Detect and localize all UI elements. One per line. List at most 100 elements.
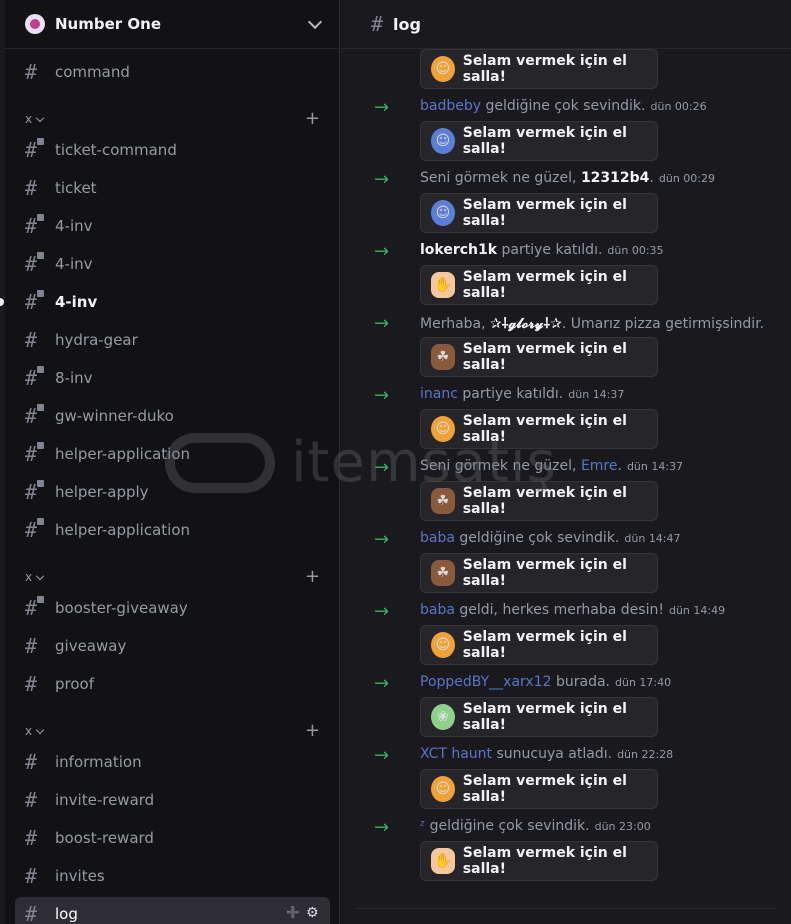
channel-sidebar: Number One # command x + # ticket-command # tic… xyxy=(0,0,340,924)
wave-button[interactable]: ☺ Selam vermek için el salla! xyxy=(420,409,658,449)
category-header[interactable]: x + xyxy=(25,568,320,586)
sidebar-item-invites[interactable]: # invites xyxy=(15,859,330,893)
sidebar-item-label: boost-reward xyxy=(55,829,154,847)
hash-icon: # xyxy=(25,328,38,352)
message-text: partiye katıldı. xyxy=(457,386,564,402)
sidebar-item-helper-application[interactable]: # helper-application xyxy=(15,513,330,547)
wave-button-label: Selam vermek için el salla! xyxy=(462,53,627,85)
wave-button[interactable]: ✋ Selam vermek için el salla! xyxy=(420,841,658,881)
chevron-down-icon xyxy=(35,571,45,580)
robot-sticker-icon: ☺ xyxy=(431,632,455,658)
wave-button[interactable]: ☺ Selam vermek için el salla! xyxy=(420,121,658,161)
wave-button[interactable]: ☺ Selam vermek için el salla! xyxy=(420,769,658,809)
sidebar-item-4-inv[interactable]: #4-inv xyxy=(15,209,330,243)
username-link[interactable]: ✰⸸𝓰𝓵𝓸𝓻𝔂⸸✰ xyxy=(490,314,562,333)
message-text: Seni görmek ne güzel, xyxy=(420,170,581,186)
chevron-down-icon[interactable] xyxy=(307,14,323,30)
message-text: burada. xyxy=(551,674,610,690)
message-text: sunucuya atladı. xyxy=(492,746,613,762)
sidebar-item-gw-winner-duko[interactable]: # gw-winner-duko xyxy=(15,399,330,433)
sidebar-item-proof[interactable]: # proof xyxy=(15,667,330,701)
message-text: . xyxy=(617,458,622,474)
lock-icon xyxy=(37,442,44,449)
sidebar-edge xyxy=(0,0,5,924)
system-message: Merhaba, ✰⸸𝓰𝓵𝓸𝓻𝔂⸸✰. Umarız pizza getirmi… xyxy=(420,314,769,334)
username-link[interactable]: XCT haunt xyxy=(420,746,492,762)
system-message: PoppedBY__xarx12 burada. dün 17:40 xyxy=(420,674,671,694)
sidebar-item-hydra-gear[interactable]: # hydra-gear xyxy=(15,323,330,357)
locked-hash-icon: # xyxy=(25,138,47,160)
add-channel-icon[interactable]: + xyxy=(305,110,320,128)
add-channel-icon[interactable]: + xyxy=(305,722,320,740)
wave-button-label: Selam vermek için el salla! xyxy=(462,197,627,229)
sidebar-item-8-inv[interactable]: #8-inv xyxy=(15,361,330,395)
wave-button[interactable]: ☘ Selam vermek için el salla! xyxy=(420,481,658,521)
wave-button[interactable]: ❀ Selam vermek için el salla! xyxy=(420,697,658,737)
message-text: partiye katıldı. xyxy=(497,242,603,258)
timestamp: dün 23:00 xyxy=(594,820,651,833)
sidebar-item-information[interactable]: # information xyxy=(15,745,330,779)
create-invite-icon[interactable]: ➕ xyxy=(286,906,300,920)
wave-button-label: Selam vermek için el salla! xyxy=(462,485,627,517)
wave-button[interactable]: ☺ Selam vermek için el salla! xyxy=(420,49,658,89)
sidebar-item-helper-apply[interactable]: # helper-apply xyxy=(15,475,330,509)
wave-button[interactable]: ☺ Selam vermek için el salla! xyxy=(420,193,658,233)
sidebar-item-ticket[interactable]: # ticket xyxy=(15,171,330,205)
wave-button[interactable]: ☘ Selam vermek için el salla! xyxy=(420,337,658,377)
server-name: Number One xyxy=(55,15,161,33)
hash-icon: # xyxy=(371,12,384,36)
robot-blue-sticker-icon: ☺ xyxy=(431,200,455,226)
sidebar-item-4-inv[interactable]: #4-inv xyxy=(15,247,330,281)
add-channel-icon[interactable]: + xyxy=(305,568,320,586)
category-header[interactable]: x + xyxy=(25,110,320,128)
chevron-down-icon xyxy=(35,725,45,734)
wave-button[interactable]: ✋ Selam vermek için el salla! xyxy=(420,265,658,305)
username-link[interactable]: badbeby xyxy=(420,98,481,114)
timestamp: dün 17:40 xyxy=(615,676,672,689)
sidebar-item-booster-giveaway[interactable]: # booster-giveaway xyxy=(15,591,330,625)
system-message: Seni görmek ne güzel, 12312b4. dün 00:29 xyxy=(420,170,715,190)
hash-icon: # xyxy=(25,788,38,812)
server-header[interactable]: Number One xyxy=(5,0,340,49)
wave-button[interactable]: ☺ Selam vermek için el salla! xyxy=(420,625,658,665)
join-arrow-icon: → xyxy=(374,313,390,334)
message-text: geldi, herkes merhaba desin! xyxy=(454,602,664,618)
category-header[interactable]: x + xyxy=(25,722,320,740)
username-link[interactable]: baba xyxy=(420,602,455,618)
username-link[interactable]: inanc xyxy=(420,386,458,402)
sidebar-item-invite-reward[interactable]: # invite-reward xyxy=(15,783,330,817)
sidebar-item-command[interactable]: # command xyxy=(15,55,330,89)
wave-button-label: Selam vermek için el salla! xyxy=(462,629,627,661)
username-link[interactable]: 12312b4 xyxy=(581,170,649,186)
lock-icon xyxy=(37,404,44,411)
chat-main: # log ☺ Selam vermek için el salla! → badbe… xyxy=(341,0,791,924)
sidebar-item-label: hydra-gear xyxy=(55,331,138,349)
scrollbar[interactable] xyxy=(787,50,791,924)
join-arrow-icon: → xyxy=(374,745,390,766)
join-arrow-icon: → xyxy=(374,457,390,478)
sidebar-item-giveaway[interactable]: # giveaway xyxy=(15,629,330,663)
channel-header: # log xyxy=(341,0,791,49)
sidebar-item-label: log xyxy=(55,905,78,923)
sidebar-item-boost-reward[interactable]: # boost-reward xyxy=(15,821,330,855)
sidebar-item-label: gw-winner-duko xyxy=(55,407,174,425)
sidebar-item-label: helper-application xyxy=(55,445,191,463)
sidebar-item-helper-application[interactable]: # helper-application xyxy=(15,437,330,471)
timestamp: dün 00:35 xyxy=(607,244,664,257)
username-link[interactable]: baba xyxy=(420,530,455,546)
username-link[interactable]: Emre xyxy=(581,458,618,474)
sidebar-item-4-inv[interactable]: #4-inv xyxy=(15,285,330,319)
username-link[interactable]: PoppedBY__xarx12 xyxy=(420,674,552,690)
category-label: x xyxy=(25,112,33,126)
username-link[interactable]: lokerch1k xyxy=(420,242,497,258)
wave-button-label: Selam vermek için el salla! xyxy=(462,845,627,877)
sidebar-item-label: 8-inv xyxy=(55,369,93,387)
locked-hash-icon: # xyxy=(25,596,47,618)
sidebar-item-log[interactable]: # log ➕ ⚙ xyxy=(15,897,330,924)
wave-button[interactable]: ☘ Selam vermek için el salla! xyxy=(420,553,658,593)
sidebar-item-label: invites xyxy=(55,867,105,885)
hash-icon: # xyxy=(25,60,38,84)
lock-icon xyxy=(37,518,44,525)
sidebar-item-ticket-command[interactable]: # ticket-command xyxy=(15,133,330,167)
gear-icon[interactable]: ⚙ xyxy=(306,906,320,920)
